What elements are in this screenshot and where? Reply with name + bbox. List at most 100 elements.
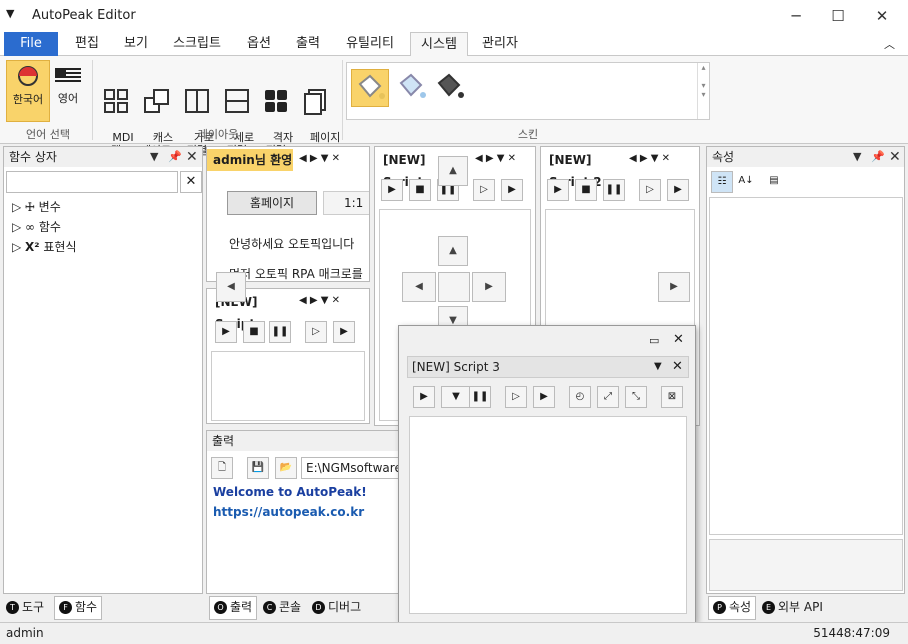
one-to-one-button[interactable]: 1:1 [323,191,369,215]
homepage-link[interactable]: https://autopeak.co.kr [213,505,364,519]
close-icon[interactable]: ✕ [889,147,901,167]
tab-nav-icons[interactable]: ◀ ▶ ▼ ✕ [299,153,340,164]
pause-icon[interactable]: ❚❚ [269,321,291,343]
skin-gallery[interactable]: ▴ ▾ ▾ [346,62,710,120]
run-icon[interactable]: ▶ [501,179,523,201]
sort-az-icon[interactable]: A↓ [735,171,757,193]
system-menu-icon[interactable]: ▼ [6,7,14,20]
maximize-button[interactable]: ☐ [816,4,860,28]
pin-icon[interactable]: 📌 [168,147,182,167]
run-icon[interactable]: ▶ [533,386,555,408]
path-input[interactable]: E:\NGMsoftware\ [301,457,401,479]
pause-icon[interactable]: ❚❚ [469,386,491,408]
collapse-ribbon-icon[interactable]: ︿ [884,36,895,52]
tree-item-variable[interactable]: ▷ 🜊 변수 [12,197,77,217]
record-icon[interactable]: ◴ [569,386,591,408]
play-icon[interactable]: ▶ [413,386,435,408]
homepage-button[interactable]: 홈페이지 [227,191,317,215]
english-button[interactable]: 영어 [52,60,84,105]
dock-guide-top-outer[interactable]: ▲ [438,156,468,186]
tree-item-expression[interactable]: ▷ X² 표현식 [12,237,77,257]
search-input[interactable] [6,171,178,193]
stop-icon[interactable]: ■ [409,179,431,201]
close-icon[interactable]: ✕ [186,147,198,167]
restore-icon[interactable]: ▭ [649,334,659,347]
run-icon[interactable]: ▶ [333,321,355,343]
script-doc-a: [NEW] Script ◀ ▶ ▼ ✕ ▶ ■ ❚❚ ▷ ▶ [206,288,370,424]
tab-nav-icons[interactable]: ◀ ▶ ▼ ✕ [475,153,516,164]
tab-properties[interactable]: P 속성 [708,596,757,620]
step-icon[interactable]: ▷ [473,179,495,201]
dropdown-icon[interactable]: ▼ [853,147,861,167]
step-icon[interactable]: ▷ [639,179,661,201]
tab-external-api[interactable]: E 외부 API [762,597,823,617]
tab-tools[interactable]: T 도구 [6,597,44,617]
tab-debug[interactable]: D 디버그 [312,597,361,617]
skin-dark-icon[interactable] [431,69,469,107]
property-pages-icon[interactable]: ▤ [763,171,785,193]
menu-system[interactable]: 시스템 [410,32,468,58]
step-icon[interactable]: ▷ [505,386,527,408]
skin-yellow-icon[interactable] [351,69,389,107]
menu-utility[interactable]: 유틸리티 [336,32,404,56]
run-icon[interactable]: ▶ [667,179,689,201]
horizontal-icon [182,86,212,116]
status-bar: admin 51448:47:09 [0,622,908,644]
dock-guide-right[interactable]: ▶ [472,272,506,302]
close-button[interactable]: ✕ [860,4,904,28]
dropdown-icon[interactable]: ▼ [150,147,158,167]
delete-icon[interactable]: ⊠ [661,386,683,408]
play-icon[interactable]: ▶ [215,321,237,343]
save-icon[interactable]: 💾 [247,457,269,479]
collapse-icon[interactable]: ⤡ [625,386,647,408]
close-icon[interactable]: ✕ [672,357,683,377]
skin-blue-icon[interactable] [393,69,431,107]
dock-guide-right-outer[interactable]: ▶ [658,272,690,302]
float-editor[interactable] [409,416,687,614]
menu-view[interactable]: 보기 [114,32,158,56]
welcome-tab[interactable]: admin님 환영 [207,149,293,171]
property-grid[interactable] [709,197,903,535]
tree-item-function[interactable]: ▷ ∞ 함수 [12,217,77,237]
stop-icon[interactable]: ■ [243,321,265,343]
skin-scroll[interactable]: ▴ ▾ ▾ [697,63,709,119]
stop-icon[interactable]: ▼ [441,386,471,408]
menu-output[interactable]: 출력 [286,32,330,56]
float-close-icon[interactable]: ✕ [673,332,684,347]
tab-functions[interactable]: F 함수 [54,596,103,620]
new-file-icon[interactable]: 🗋 [211,457,233,479]
categorized-icon[interactable]: ☷ [711,171,733,193]
minimize-button[interactable]: ─ [774,4,818,28]
menu-options[interactable]: 옵션 [236,32,282,56]
greeting-text: 안녕하세요 오토픽입니다 [229,237,355,251]
tab-console[interactable]: C 콘솔 [263,597,301,617]
tab-nav-icons[interactable]: ◀ ▶ ▼ ✕ [629,153,670,164]
korean-button[interactable]: 한국어 [6,60,50,122]
dock-guide-up[interactable]: ▲ [438,236,468,266]
usa-flag-icon [53,60,83,90]
menu-admin[interactable]: 관리자 [472,32,528,56]
menu-file[interactable]: File [4,32,58,56]
tab-output[interactable]: O 출력 [209,596,258,620]
script-tab-c[interactable]: [NEW] Script 2 [543,149,623,189]
dock-guide-left[interactable]: ◀ [402,272,436,302]
menu-script[interactable]: 스크립트 [164,32,230,56]
pause-icon[interactable]: ❚❚ [603,179,625,201]
play-icon[interactable]: ▶ [547,179,569,201]
properties-panel: 속성 ▼ 📌 ✕ ☷ A↓ ▤ [706,146,905,594]
menu-edit[interactable]: 편집 [64,32,110,56]
step-icon[interactable]: ▷ [305,321,327,343]
layout-group-label: 레이아웃 [197,128,239,141]
open-folder-icon[interactable]: 📂 [275,457,297,479]
stop-icon[interactable]: ■ [575,179,597,201]
dock-guide-center[interactable] [438,272,470,302]
script-editor-a[interactable] [211,351,365,421]
play-icon[interactable]: ▶ [381,179,403,201]
dock-guide-left-outer[interactable]: ◀ [216,272,246,302]
clear-search-button[interactable]: ✕ [180,171,202,193]
tab-nav-icons[interactable]: ◀ ▶ ▼ ✕ [299,295,340,306]
floating-window: ▭ ✕ [NEW] Script 3 ▼ ✕ ▶ ▼ ❚❚ ▷ ▶ ◴ ⤢ ⤡ … [398,325,696,623]
pin-icon[interactable]: 📌 [871,147,885,167]
expand-icon[interactable]: ⤢ [597,386,619,408]
dropdown-icon[interactable]: ▼ [654,357,662,377]
